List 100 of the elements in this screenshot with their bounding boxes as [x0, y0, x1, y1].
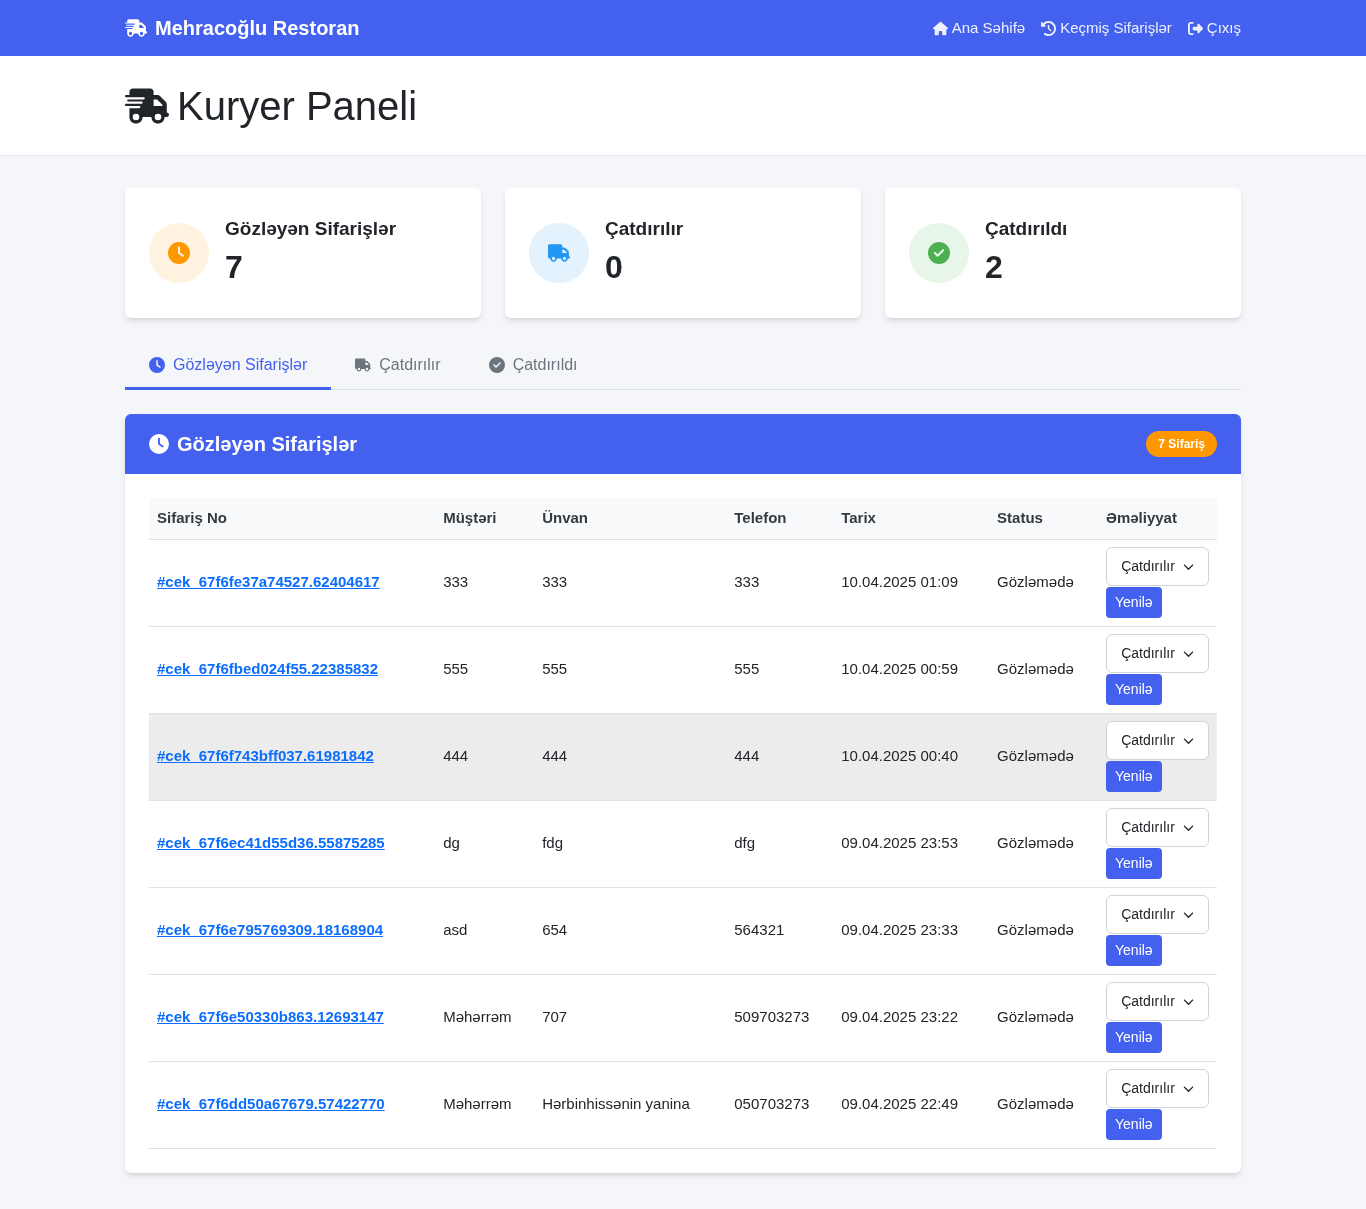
order-link[interactable]: #cek_67f6f743bff037.61981842	[157, 747, 374, 765]
table-cell: 707	[542, 1008, 568, 1026]
table-cell: Gözləmədə	[997, 921, 1074, 939]
chevron-down-icon	[1182, 822, 1194, 833]
column-header: Sifariş No	[149, 498, 436, 539]
update-button[interactable]: Yenilə	[1106, 1109, 1162, 1140]
table-cell: 10.04.2025 00:40	[841, 747, 958, 765]
order-link[interactable]: #cek_67f6dd50a67679.57422770	[157, 1095, 385, 1113]
table-cell: dfg	[734, 834, 756, 852]
table-cell: 333	[542, 573, 568, 591]
select-value: Çatdırılır	[1121, 818, 1175, 837]
order-link[interactable]: #cek_67f6e795769309.18168904	[157, 921, 384, 939]
chevron-down-icon	[1182, 648, 1194, 659]
table-cell: 444	[734, 747, 760, 765]
count-badge: 7 Sifariş	[1146, 431, 1217, 457]
check-icon	[488, 356, 505, 373]
select-value: Çatdırılır	[1121, 644, 1175, 663]
table-cell: Hərbinhissənin yanina	[542, 1095, 690, 1113]
tab[interactable]: Çatdırılır	[331, 342, 465, 390]
table-cell: 09.04.2025 23:22	[841, 1008, 958, 1026]
stat-value: 0	[605, 248, 624, 288]
table-cell: 444	[542, 747, 568, 765]
table-cell: Məhərrəm	[443, 1008, 512, 1026]
table-cell: 09.04.2025 23:53	[841, 834, 958, 852]
update-button[interactable]: Yenilə	[1106, 935, 1162, 966]
status-select[interactable]: Çatdırılır	[1106, 982, 1209, 1021]
panel-title: Gözləyən Sifarişlər	[177, 432, 358, 457]
update-button[interactable]: Yenilə	[1106, 761, 1162, 792]
chevron-down-icon	[1182, 996, 1194, 1007]
table-cell: 654	[542, 921, 568, 939]
chevron-down-icon	[1182, 735, 1194, 746]
check-icon	[928, 242, 950, 264]
update-button[interactable]: Yenilə	[1106, 1022, 1162, 1053]
status-select[interactable]: Çatdırılır	[1106, 721, 1209, 760]
update-button[interactable]: Yenilə	[1106, 587, 1162, 618]
column-header: Əməliyyat	[1098, 498, 1217, 539]
status-select[interactable]: Çatdırılır	[1106, 895, 1209, 934]
stat-value: 2	[985, 248, 1004, 288]
table-cell: 509703273	[734, 1008, 810, 1026]
table-cell: Gözləmədə	[997, 660, 1074, 678]
brand-name[interactable]: Mehracoğlu Restoran	[155, 13, 360, 43]
select-value: Çatdırılır	[1121, 557, 1175, 576]
order-link[interactable]: #cek_67f6ec41d55d36.55875285	[157, 834, 385, 852]
table-cell: dg	[443, 834, 460, 852]
truck-icon	[548, 242, 570, 264]
update-button[interactable]: Yenilə	[1106, 674, 1162, 705]
stat-label: Çatdırılır	[605, 216, 684, 241]
column-header: Ünvan	[534, 498, 727, 539]
table-cell: 09.04.2025 23:33	[841, 921, 958, 939]
logout-icon	[1187, 20, 1203, 36]
stat-value: 7	[225, 248, 244, 288]
table-cell: 10.04.2025 00:59	[841, 660, 958, 678]
table-cell: 333	[734, 573, 760, 591]
table-cell: 10.04.2025 01:09	[841, 573, 958, 591]
order-link[interactable]: #cek_67f6fbed024f55.22385832	[157, 660, 378, 678]
column-header: Müştəri	[435, 498, 535, 539]
status-select[interactable]: Çatdırılır	[1106, 1069, 1209, 1108]
status-select[interactable]: Çatdırılır	[1106, 547, 1209, 586]
table-cell: 333	[443, 573, 469, 591]
select-value: Çatdırılır	[1121, 1079, 1175, 1098]
update-button[interactable]: Yenilə	[1106, 848, 1162, 879]
table-cell: Gözləmədə	[997, 1095, 1074, 1113]
nav-link[interactable]: Keçmiş Sifarişlər	[1041, 16, 1172, 40]
clock-icon	[168, 242, 190, 264]
select-value: Çatdırılır	[1121, 905, 1175, 924]
tab[interactable]: Gözləyən Sifarişlər	[125, 342, 332, 390]
table-cell: Gözləmədə	[997, 573, 1074, 591]
column-header: Telefon	[726, 498, 834, 539]
table-cell: 564321	[734, 921, 785, 939]
nav-link[interactable]: Çıxış	[1187, 16, 1241, 40]
stat-label: Gözləyən Sifarişlər	[225, 216, 397, 241]
truck-icon	[125, 17, 147, 39]
order-link[interactable]: #cek_67f6e50330b863.12693147	[157, 1008, 384, 1026]
table-cell: Gözləmədə	[997, 747, 1074, 765]
table-cell: 555	[734, 660, 760, 678]
table-cell: 555	[542, 660, 568, 678]
truck-icon	[355, 356, 372, 373]
clock-icon	[149, 356, 165, 373]
page-title: Kuryer Paneli	[177, 82, 418, 130]
table-cell: asd	[443, 921, 468, 939]
table-cell: 555	[443, 660, 469, 678]
home-icon	[932, 20, 948, 36]
clock-icon	[149, 434, 169, 454]
table-cell: Gözləmədə	[997, 834, 1074, 852]
tab[interactable]: Çatdırıldı	[464, 342, 602, 390]
select-value: Çatdırılır	[1121, 731, 1175, 750]
table-cell: 09.04.2025 22:49	[841, 1095, 958, 1113]
table-cell: Gözləmədə	[997, 1008, 1074, 1026]
status-select[interactable]: Çatdırılır	[1106, 634, 1209, 673]
status-select[interactable]: Çatdırılır	[1106, 808, 1209, 847]
nav-link[interactable]: Ana Səhifə	[932, 16, 1026, 40]
order-link[interactable]: #cek_67f6fe37a74527.62404617	[157, 573, 380, 591]
chevron-down-icon	[1182, 1083, 1194, 1094]
history-icon	[1041, 20, 1057, 36]
column-header: Status	[989, 498, 1098, 539]
table-cell: 050703273	[734, 1095, 810, 1113]
table-cell: 444	[443, 747, 469, 765]
table-cell: fdg	[542, 834, 564, 852]
stat-label: Çatdırıldı	[985, 216, 1068, 241]
column-header: Tarix	[833, 498, 990, 539]
